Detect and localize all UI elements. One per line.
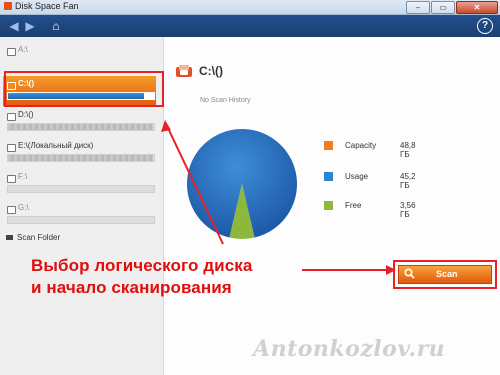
annotation-line-1: Выбор логического диска	[31, 256, 253, 275]
annotation-line-2: и начало сканирования	[31, 278, 232, 297]
drive-usage-bar	[7, 216, 155, 224]
drive-item-e[interactable]: E:\(Локальный диск)	[3, 138, 156, 168]
back-arrow-icon[interactable]: ◀	[6, 18, 22, 34]
drive-label: G:\	[18, 203, 29, 212]
drive-icon	[7, 206, 16, 214]
drive-item-f[interactable]: F:\	[3, 169, 156, 199]
drive-usage-bar	[7, 123, 155, 131]
window-controls: – ▭ ✕	[406, 1, 498, 14]
app-window: Disk Space Fan – ▭ ✕ ◀ ▶ ⌂ ? A:\ C:\() D…	[0, 0, 500, 375]
drive-title: C:\()	[199, 64, 223, 78]
drive-item-d[interactable]: D:\()	[3, 107, 156, 137]
drive-icon	[7, 144, 16, 152]
arrow-head	[161, 120, 171, 132]
legend-value: 48,8 ГБ	[400, 141, 416, 159]
drive-icon	[7, 48, 16, 56]
scan-history-status: No Scan History	[200, 97, 251, 104]
drive-icon	[7, 113, 16, 121]
minimize-button[interactable]: –	[406, 1, 430, 14]
nav-bar: ◀ ▶ ⌂ ?	[0, 15, 500, 37]
title-bar: Disk Space Fan – ▭ ✕	[0, 0, 500, 15]
drive-usage-bar	[7, 185, 155, 193]
close-button[interactable]: ✕	[456, 1, 498, 14]
usage-fill	[8, 155, 153, 161]
maximize-button[interactable]: ▭	[431, 1, 455, 14]
home-icon[interactable]: ⌂	[48, 18, 64, 34]
scan-button[interactable]: Scan	[398, 265, 492, 284]
window-title: Disk Space Fan	[15, 1, 79, 11]
scan-folder-label: Scan Folder	[17, 233, 61, 242]
help-icon[interactable]: ?	[477, 18, 493, 34]
app-icon	[4, 2, 12, 10]
drive-item-a[interactable]: A:\	[3, 42, 156, 72]
folder-icon	[6, 235, 13, 241]
scan-folder-button[interactable]: Scan Folder	[6, 233, 60, 242]
drive-item-g[interactable]: G:\	[3, 200, 156, 230]
annotation-arrow-drive	[161, 120, 224, 245]
drive-label: A:\	[18, 45, 28, 54]
forward-arrow-icon[interactable]: ▶	[22, 18, 38, 34]
scan-button-label: Scan	[436, 269, 458, 279]
legend-swatch	[324, 201, 333, 210]
legend-name: Free	[345, 201, 362, 210]
legend-swatch	[324, 172, 333, 181]
legend-name: Capacity	[345, 141, 377, 150]
drive-label: D:\()	[18, 110, 34, 119]
legend-swatch	[324, 141, 333, 150]
drive-label: E:\(Локальный диск)	[18, 141, 94, 150]
highlight-box-drive	[4, 71, 164, 107]
watermark: Antonkozlov.ru	[253, 336, 446, 362]
drive-icon	[7, 175, 16, 183]
drive-label: F:\	[18, 172, 28, 181]
legend-value: 3,56 ГБ	[400, 201, 416, 219]
legend-value: 45,2 ГБ	[400, 172, 416, 190]
annotation-arrow-scan	[302, 265, 396, 275]
drive-usage-bar	[7, 154, 155, 162]
usage-fill	[8, 124, 153, 130]
legend-name: Usage	[345, 172, 369, 181]
magnifier-icon	[404, 268, 415, 279]
drive-icon-large	[176, 65, 192, 77]
arrow-line	[166, 125, 224, 245]
